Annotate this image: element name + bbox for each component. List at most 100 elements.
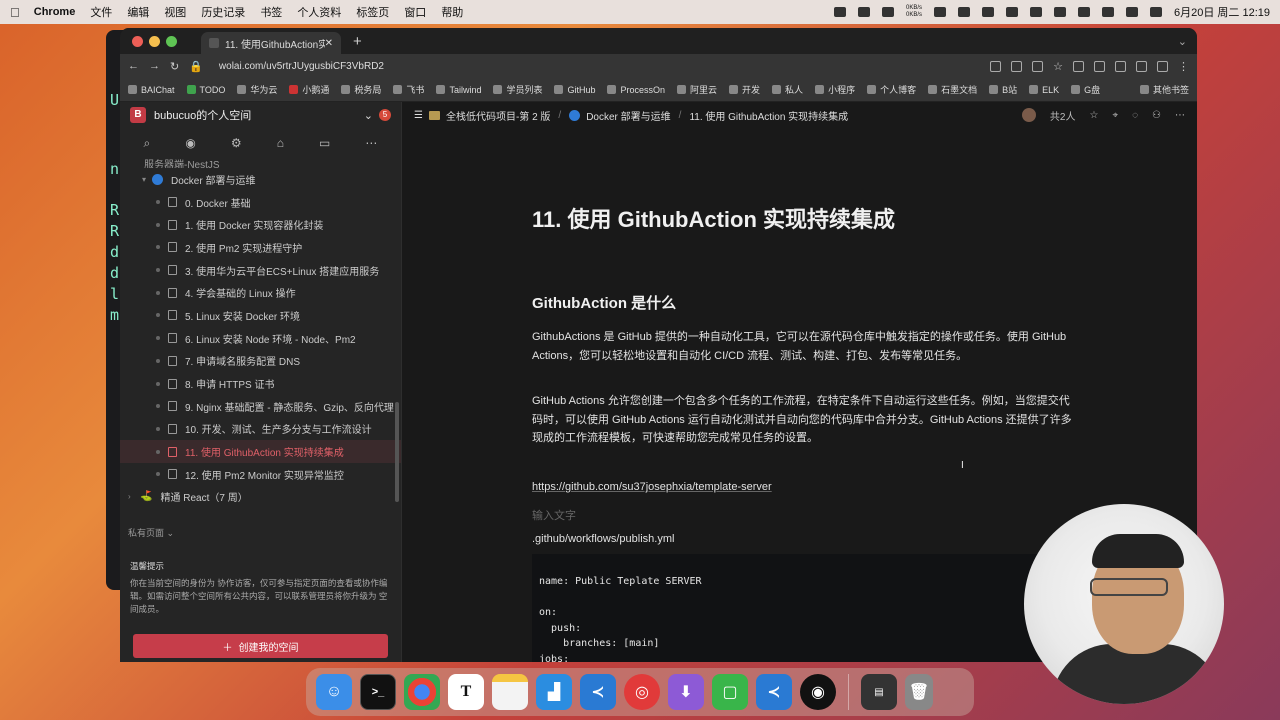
tree-item-partial[interactable]: 服务器端-NestJS — [120, 158, 401, 169]
code-block[interactable]: name: Public Teplate SERVER on: push: br… — [532, 554, 1072, 662]
wps-icon[interactable]: ▢ — [712, 674, 748, 710]
control-center-icon[interactable] — [1150, 7, 1162, 17]
tree-item[interactable]: 9. Nginx 基础配置 - 静态服务、Gzip、反向代理 — [120, 395, 401, 418]
space-header[interactable]: B bubucuo的个人空间 ⌄ 5 — [120, 102, 401, 128]
tree-item[interactable]: 10. 开发、测试、生产多分支与工作流设计 — [120, 418, 401, 441]
maximize-window-button[interactable] — [166, 35, 177, 47]
chevron-down-icon[interactable]: ▾ — [142, 175, 152, 184]
bookmark-item[interactable]: BAIChat — [128, 85, 175, 95]
bookmark-item[interactable]: 税务局 — [341, 83, 381, 96]
tree-item[interactable]: 1. 使用 Docker 实现容器化封装 — [120, 213, 401, 236]
clock[interactable]: 6月20日 周二 12:19 — [1174, 4, 1270, 20]
repo-link[interactable]: https://github.com/su37josephxia/templat… — [532, 481, 772, 493]
pin-icon[interactable]: ⌖ — [1112, 110, 1118, 121]
menu-history[interactable]: 历史记录 — [201, 4, 245, 20]
notification-badge[interactable]: 5 — [379, 109, 391, 121]
menu-icon[interactable]: ☰ — [414, 110, 423, 121]
share-icon[interactable] — [990, 60, 1002, 72]
zoom-icon[interactable] — [1011, 60, 1023, 72]
other-bookmarks-folder[interactable]: 其他书签 — [1139, 83, 1189, 96]
bookmark-item[interactable]: ProcessOn — [607, 85, 665, 95]
window-preview-icon[interactable]: ▤ — [861, 674, 897, 710]
bookmark-item[interactable]: 华为云 — [237, 83, 277, 96]
collaborators-count[interactable]: 共2人 — [1050, 108, 1076, 123]
bookmark-item[interactable]: 阿里云 — [677, 83, 717, 96]
chevron-down-icon[interactable]: ⌄ — [364, 109, 373, 122]
bookmark-star-icon[interactable]: ☆ — [1053, 60, 1063, 73]
share-user-icon[interactable]: ⚇ — [1152, 110, 1161, 121]
browser-tab-active[interactable]: 11. 使用GithubAction实现持续 ✕ — [201, 32, 341, 54]
sidebar-scrollbar[interactable] — [395, 402, 399, 502]
new-tab-button[interactable]: + — [353, 33, 362, 50]
bookmark-item[interactable]: Tailwind — [436, 85, 481, 95]
tree-item[interactable]: 8. 申请 HTTPS 证书 — [120, 372, 401, 395]
tab-search-chevron-icon[interactable]: ⌄ — [1178, 35, 1187, 48]
bookmark-folder[interactable]: B站 — [989, 83, 1017, 96]
lock-icon[interactable]: 🔒 — [189, 60, 203, 73]
chrome-icon[interactable] — [404, 674, 440, 710]
tree-item[interactable]: 5. Linux 安装 Docker 环境 — [120, 304, 401, 327]
tree-section-react[interactable]: › ⛳ 精通 React（7 周） — [120, 486, 401, 509]
status-app-icon[interactable] — [1054, 7, 1066, 17]
menu-edit[interactable]: 编辑 — [127, 4, 149, 20]
finder-icon[interactable]: ☺ — [316, 674, 352, 710]
bookmark-folder[interactable]: 开发 — [729, 83, 760, 96]
comment-icon[interactable]: ◌ — [1132, 110, 1138, 121]
create-space-button[interactable]: ＋ 创建我的空间 — [133, 634, 388, 658]
terminal-icon[interactable]: >_ — [360, 674, 396, 710]
chevron-right-icon[interactable]: › — [128, 492, 138, 501]
trash-icon[interactable]: 🗑 — [905, 674, 933, 710]
url-field[interactable]: wolai.com/uv5rtrJUygusbiCF3VbRD2 — [219, 61, 980, 72]
extension-icon[interactable] — [1073, 60, 1084, 72]
apple-icon[interactable]:  — [10, 5, 20, 20]
bookmark-item[interactable]: 石墨文档 — [928, 83, 977, 96]
heading-what-is[interactable]: GithubAction 是什么 — [532, 292, 676, 313]
extensions-puzzle-icon[interactable] — [1115, 60, 1126, 72]
file-path-text[interactable]: .github/workflows/publish.yml — [532, 533, 674, 545]
volume-icon[interactable] — [982, 7, 994, 17]
menu-profile[interactable]: 个人资料 — [297, 4, 341, 20]
back-arrow-icon[interactable]: ← — [128, 60, 139, 72]
vscode-insiders-icon[interactable]: ≺ — [756, 674, 792, 710]
obs-icon[interactable]: ◉ — [800, 674, 836, 710]
typora-icon[interactable]: T — [448, 674, 484, 710]
breadcrumb-item-current[interactable]: 11. 使用 GithubAction 实现持续集成 — [689, 108, 848, 123]
tree-item-active[interactable]: 11. 使用 GithubAction 实现持续集成 — [120, 440, 401, 463]
menu-window[interactable]: 窗口 — [404, 4, 426, 20]
forward-arrow-icon[interactable]: → — [149, 60, 160, 72]
page-title[interactable]: 11. 使用 GithubAction 实现持续集成 — [532, 202, 895, 234]
keynote-icon[interactable]: ▟ — [536, 674, 572, 710]
status-app-icon[interactable] — [881, 7, 894, 17]
status-app-icon[interactable] — [1078, 7, 1090, 17]
more-icon[interactable]: ⋯ — [365, 136, 377, 150]
status-app-icon[interactable] — [833, 7, 846, 17]
status-app-icon[interactable] — [934, 7, 946, 17]
avatar[interactable] — [1021, 108, 1036, 122]
more-icon[interactable]: ⋯ — [1175, 110, 1185, 121]
browser-menu-icon[interactable]: ⋮ — [1178, 60, 1189, 73]
battery-icon[interactable] — [1006, 7, 1018, 17]
netease-music-icon[interactable]: ◎ — [624, 674, 660, 710]
private-pages-toggle[interactable]: 私有页面 ⌄ — [120, 508, 401, 539]
bookmark-folder[interactable]: 小程序 — [815, 83, 855, 96]
bookmark-item[interactable]: 飞书 — [393, 83, 424, 96]
bookmark-folder[interactable]: ELK — [1029, 85, 1059, 95]
breadcrumb-item[interactable]: 全栈低代码项目-第 2 版 — [446, 108, 550, 123]
bookmark-item[interactable]: G盘 — [1071, 83, 1100, 96]
star-icon[interactable]: ☆ — [1089, 110, 1098, 121]
bookmark-item[interactable]: GitHub — [554, 85, 595, 95]
tree-item[interactable]: 2. 使用 Pm2 实现进程守护 — [120, 236, 401, 259]
close-window-button[interactable] — [132, 35, 143, 47]
bluetooth-icon[interactable] — [1030, 7, 1042, 17]
notes-icon[interactable] — [492, 674, 528, 710]
bookmark-item[interactable]: 小鹅通 — [289, 83, 329, 96]
menu-view[interactable]: 视图 — [164, 4, 186, 20]
tab-close-icon[interactable]: ✕ — [325, 38, 333, 49]
menu-file[interactable]: 文件 — [90, 4, 112, 20]
sidepanel-icon[interactable] — [1136, 60, 1147, 72]
settings-icon[interactable]: ⚙ — [231, 136, 242, 150]
downloader-icon[interactable]: ⬇ — [668, 674, 704, 710]
home-icon[interactable]: ⌂ — [277, 136, 284, 150]
inbox-icon[interactable]: ▭ — [319, 136, 330, 150]
bookmark-folder[interactable]: 个人博客 — [867, 83, 916, 96]
